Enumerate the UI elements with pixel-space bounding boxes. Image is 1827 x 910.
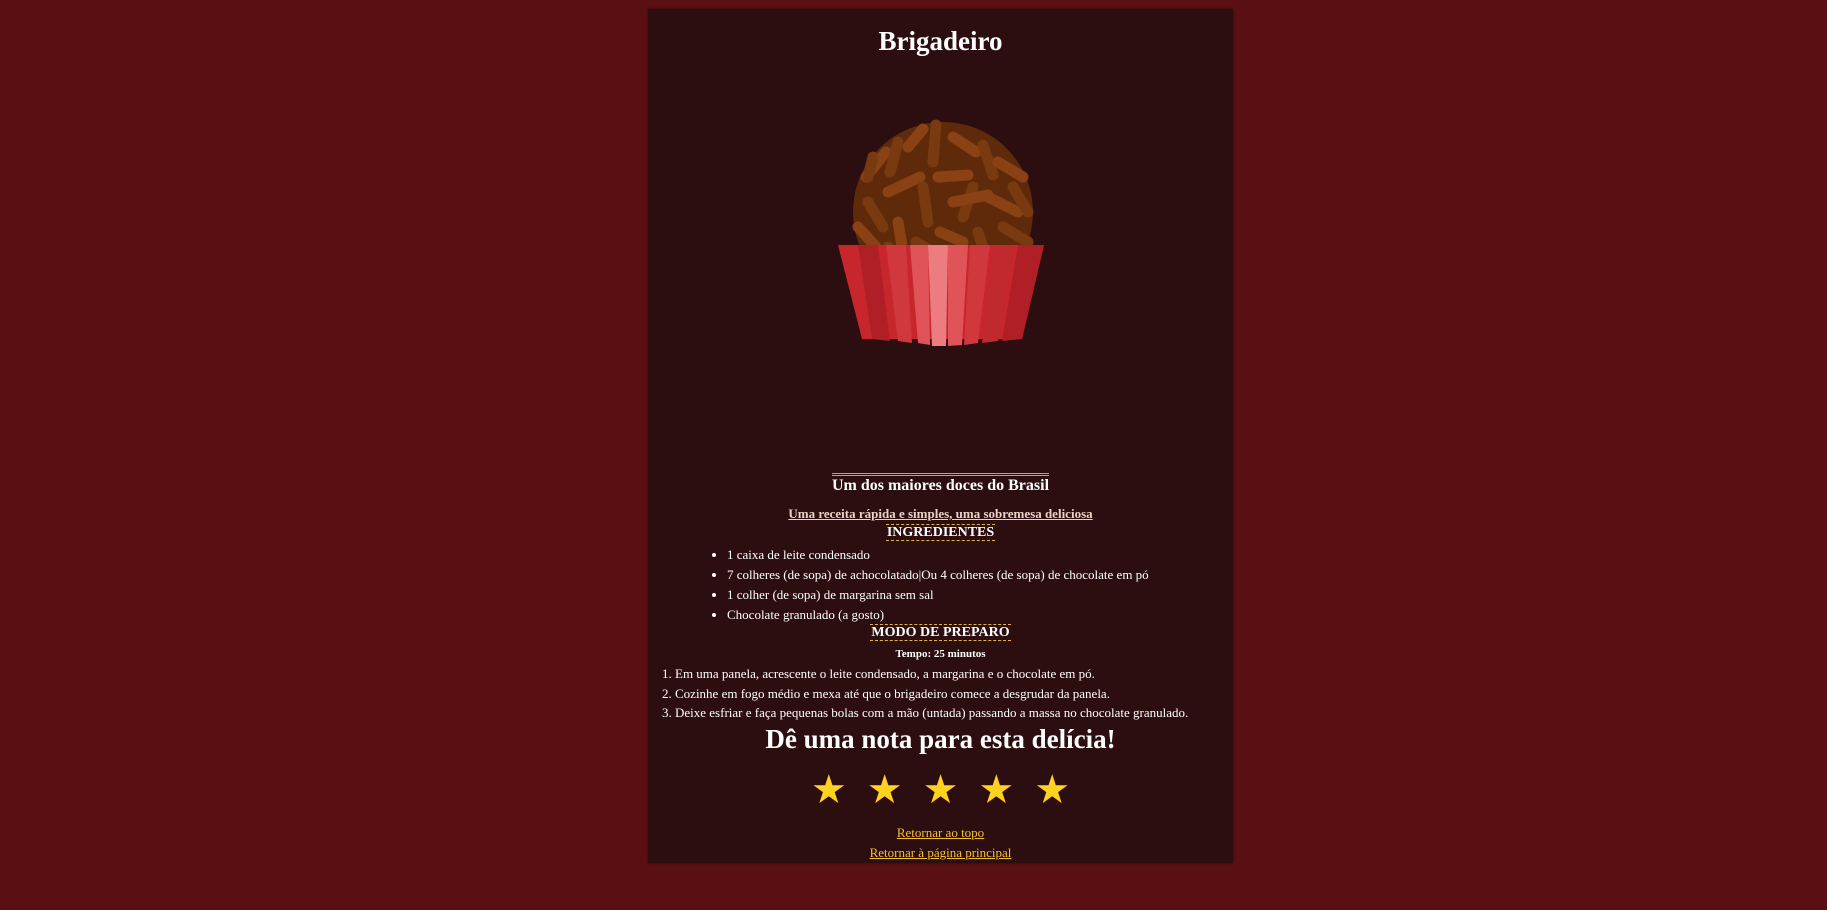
list-item: 1. Em uma panela, acrescente o leite con… (662, 666, 1095, 681)
list-item: 1 caixa de leite condensado (727, 545, 1149, 565)
preparation-steps: 1. Em uma panela, acrescente o leite con… (662, 664, 1188, 723)
preparation-heading: MODO DE PREPARO (648, 624, 1233, 641)
back-to-home-link[interactable]: Retornar à página principal (648, 843, 1233, 863)
recipe-tagline: Uma receita rápida e simples, uma sobrem… (648, 506, 1233, 522)
recipe-subtitle-text: Um dos maiores doces do Brasil (831, 473, 1050, 495)
rating-heading: Dê uma nota para esta delícia! (765, 724, 1116, 754)
brigadeiro-icon (838, 119, 1044, 346)
list-item: 3. Deixe esfriar e faça pequenas bolas c… (662, 705, 1189, 720)
star-icon[interactable]: ★ (1034, 766, 1070, 814)
preparation-heading-text: MODO DE PREPARO (870, 624, 1011, 641)
recipe-card: Brigadeiro Um dos maiores doces do Brasi… (648, 9, 1233, 863)
recipe-tagline-text: Uma receita rápida e simples, uma sobrem… (788, 506, 1093, 521)
preparation-time: Tempo: 25 minutos (895, 648, 986, 660)
ingredients-heading: INGREDIENTES (648, 524, 1233, 541)
list-item: 1 colher (de sopa) de margarina sem sal (727, 585, 1149, 605)
star-icon[interactable]: ★ (811, 766, 847, 814)
list-item: 7 colheres (de sopa) de achocolatado|Ou … (727, 565, 1149, 585)
star-icon[interactable]: ★ (867, 766, 903, 814)
footer-links: Retornar ao topo Retornar à página princ… (648, 823, 1233, 863)
star-icon[interactable]: ★ (978, 766, 1014, 814)
recipe-subtitle: Um dos maiores doces do Brasil (648, 473, 1233, 495)
page-title: Brigadeiro (878, 26, 1003, 56)
list-item: Chocolate granulado (a gosto) (727, 605, 1149, 625)
back-to-top-link[interactable]: Retornar ao topo (648, 823, 1233, 843)
ingredients-heading-text: INGREDIENTES (885, 524, 996, 541)
star-rating: ★ ★ ★ ★ ★ (648, 766, 1233, 814)
ingredients-list: 1 caixa de leite condensado 7 colheres (… (707, 545, 1149, 625)
list-item: 2. Cozinhe em fogo médio e mexa até que … (662, 685, 1110, 701)
star-icon[interactable]: ★ (923, 766, 959, 814)
